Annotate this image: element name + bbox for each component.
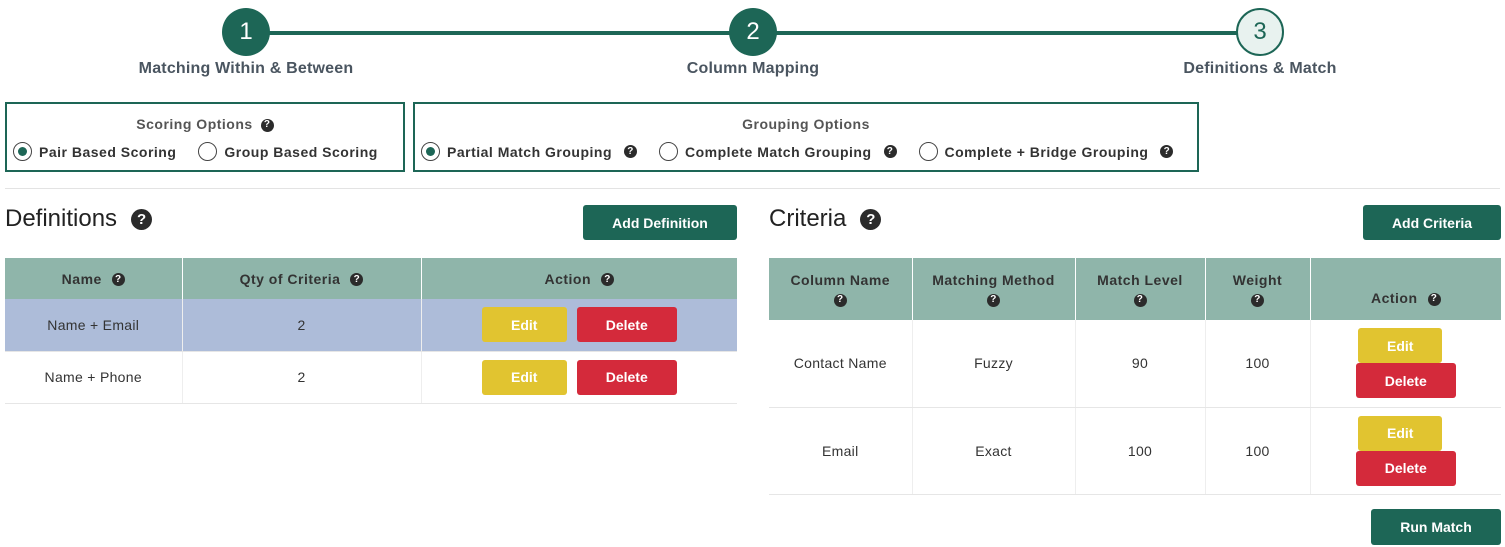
criteria-heading: Criteria ?	[769, 205, 882, 233]
group-based-scoring-radio[interactable]: Group Based Scoring	[198, 142, 377, 161]
group-based-scoring-label: Group Based Scoring	[224, 143, 378, 160]
table-row[interactable]: Name + Email 2 Edit Delete	[5, 299, 737, 352]
definition-action-cell: Edit Delete	[421, 351, 737, 404]
criteria-level-cell: 100	[1075, 407, 1206, 495]
col-header-match-level[interactable]: Match Level?	[1075, 258, 1206, 320]
scoring-options-panel: Scoring Options? Pair Based Scoring Grou…	[5, 102, 405, 172]
delete-button[interactable]: Delete	[576, 307, 677, 343]
criteria-action-cell: Edit Delete	[1310, 320, 1501, 408]
table-row[interactable]: Contact Name Fuzzy 90 100 Edit Delete	[769, 320, 1501, 408]
action-help-icon[interactable]: ?	[601, 273, 615, 287]
radio-unselected-icon[interactable]	[918, 142, 938, 161]
criteria-table: Column Name? Matching Method? Match Leve…	[769, 258, 1501, 495]
name-help-icon[interactable]: ?	[111, 273, 125, 287]
criteria-method-cell: Exact	[912, 407, 1076, 495]
criteria-weight-cell: 100	[1205, 407, 1311, 495]
edit-button[interactable]: Edit	[481, 307, 567, 343]
definitions-heading: Definitions ?	[5, 205, 153, 233]
step-2-label: Column Mapping	[686, 60, 820, 77]
table-row[interactable]: Email Exact 100 100 Edit Delete	[769, 407, 1501, 495]
match-level-help-icon[interactable]: ?	[1133, 293, 1147, 307]
radio-selected-icon[interactable]	[421, 142, 440, 161]
step-1[interactable]: 1 Matching Within & Between	[116, 8, 376, 78]
add-criteria-button[interactable]: Add Criteria	[1363, 205, 1501, 240]
edit-button[interactable]: Edit	[1358, 415, 1443, 451]
criteria-header-row: Column Name? Matching Method? Match Leve…	[769, 258, 1501, 320]
grouping-radio-group: Partial Match Grouping ? Complete Match …	[421, 142, 1195, 161]
action-help-icon[interactable]: ?	[1427, 292, 1441, 306]
column-name-help-icon[interactable]: ?	[833, 293, 847, 307]
delete-button[interactable]: Delete	[1355, 450, 1456, 486]
definitions-header-row: Name? Qty of Criteria? Action?	[5, 258, 737, 299]
definition-qty-cell: 2	[182, 351, 422, 404]
partial-match-grouping-radio[interactable]: Partial Match Grouping ?	[421, 142, 638, 161]
radio-unselected-icon[interactable]	[659, 142, 679, 161]
qty-help-icon[interactable]: ?	[350, 273, 364, 287]
delete-button[interactable]: Delete	[576, 359, 677, 395]
step-1-label: Matching Within & Between	[138, 60, 354, 77]
complete-match-grouping-radio[interactable]: Complete Match Grouping ?	[659, 142, 897, 161]
step-2-circle: 2	[729, 8, 777, 56]
matching-method-help-icon[interactable]: ?	[987, 293, 1000, 307]
definitions-help-icon[interactable]: ?	[131, 208, 153, 230]
scoring-options-help-icon[interactable]: ?	[260, 118, 274, 132]
section-divider	[5, 188, 1500, 189]
scoring-radio-group: Pair Based Scoring Group Based Scoring	[13, 142, 400, 161]
partial-match-grouping-label: Partial Match Grouping	[447, 143, 613, 160]
criteria-column-name-cell: Contact Name	[769, 320, 913, 408]
partial-match-help-icon[interactable]: ?	[624, 145, 638, 158]
scoring-options-title: Scoring Options	[136, 116, 253, 132]
definition-name-cell: Name + Email	[5, 299, 183, 352]
complete-bridge-help-icon[interactable]: ?	[1160, 145, 1174, 158]
col-header-weight[interactable]: Weight?	[1205, 258, 1311, 320]
col-header-qty[interactable]: Qty of Criteria?	[182, 258, 422, 299]
edit-button[interactable]: Edit	[481, 359, 567, 395]
run-match-button[interactable]: Run Match	[1371, 509, 1501, 545]
pair-based-scoring-label: Pair Based Scoring	[39, 143, 177, 160]
radio-unselected-icon[interactable]	[198, 142, 218, 161]
radio-selected-icon[interactable]	[13, 142, 32, 161]
col-header-matching-method[interactable]: Matching Method?	[912, 258, 1076, 320]
col-header-name[interactable]: Name?	[5, 258, 183, 299]
definition-name-cell: Name + Phone	[5, 351, 183, 404]
definition-action-cell: Edit Delete	[421, 299, 737, 352]
col-header-action[interactable]: Action?	[421, 258, 737, 299]
criteria-title: Criteria	[769, 205, 847, 232]
complete-bridge-grouping-radio[interactable]: Complete + Bridge Grouping ?	[918, 142, 1174, 161]
step-3[interactable]: 3 Definitions & Match	[1130, 8, 1390, 78]
progress-stepper: 1 Matching Within & Between 2 Column Map…	[0, 0, 1505, 95]
pair-based-scoring-radio[interactable]: Pair Based Scoring	[13, 142, 176, 161]
complete-match-help-icon[interactable]: ?	[883, 145, 897, 158]
definitions-title: Definitions	[5, 205, 118, 232]
complete-bridge-grouping-label: Complete + Bridge Grouping	[944, 143, 1149, 160]
step-2[interactable]: 2 Column Mapping	[623, 8, 883, 78]
criteria-help-icon[interactable]: ?	[860, 208, 882, 230]
grouping-options-panel: Grouping Options Partial Match Grouping …	[413, 102, 1199, 172]
add-definition-button[interactable]: Add Definition	[583, 205, 737, 240]
criteria-weight-cell: 100	[1205, 320, 1311, 408]
definition-qty-cell: 2	[182, 299, 422, 352]
col-header-action[interactable]: Action?	[1310, 258, 1501, 320]
grouping-options-title: Grouping Options	[742, 116, 870, 132]
delete-button[interactable]: Delete	[1355, 363, 1456, 399]
table-row[interactable]: Name + Phone 2 Edit Delete	[5, 351, 737, 404]
weight-help-icon[interactable]: ?	[1251, 293, 1264, 307]
step-3-circle: 3	[1236, 8, 1284, 56]
definitions-table: Name? Qty of Criteria? Action? Name + Em…	[5, 258, 737, 404]
step-1-circle: 1	[222, 8, 270, 56]
complete-match-grouping-label: Complete Match Grouping	[685, 143, 872, 160]
criteria-method-cell: Fuzzy	[912, 320, 1076, 408]
col-header-column-name[interactable]: Column Name?	[769, 258, 913, 320]
criteria-action-cell: Edit Delete	[1310, 407, 1501, 495]
edit-button[interactable]: Edit	[1358, 328, 1443, 364]
criteria-column-name-cell: Email	[769, 407, 913, 495]
criteria-level-cell: 90	[1075, 320, 1206, 408]
step-3-label: Definitions & Match	[1183, 60, 1337, 77]
